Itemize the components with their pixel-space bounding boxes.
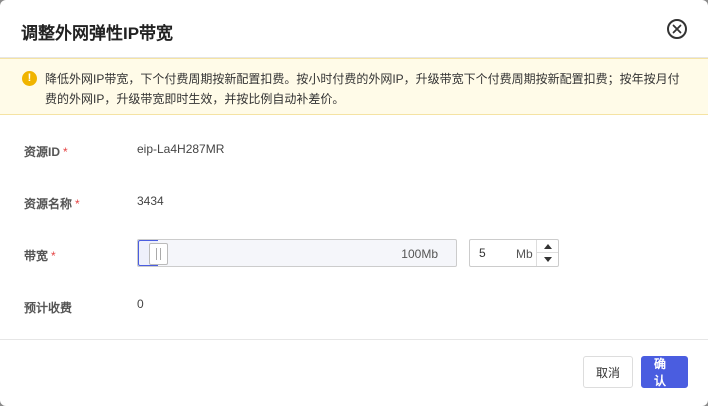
cancel-button[interactable]: 取消	[583, 356, 633, 388]
required-mark: *	[51, 249, 56, 263]
bandwidth-unit: Mb	[516, 247, 533, 261]
adjust-bandwidth-dialog: 调整外网弹性IP带宽 ! 降低外网IP带宽，下个付费周期按新配置扣费。按小时付费…	[0, 0, 708, 406]
bandwidth-stepper: Mb	[469, 239, 559, 267]
warning-icon: !	[22, 71, 37, 86]
bandwidth-label: 带宽 *	[24, 249, 56, 263]
resource-name-value: 3434	[137, 194, 164, 208]
slider-max-label: 100Mb	[401, 247, 438, 261]
close-icon[interactable]	[667, 19, 687, 39]
confirm-button[interactable]: 确认	[641, 356, 688, 388]
notice-text: 降低外网IP带宽，下个付费周期按新配置扣费。按小时付费的外网IP，升级带宽下个付…	[45, 72, 680, 106]
dialog-footer: 取消 确认	[0, 339, 708, 406]
caret-up-icon	[543, 243, 552, 249]
resource-id-label: 资源ID *	[24, 145, 68, 159]
bandwidth-input[interactable]	[471, 241, 511, 265]
notice-banner: ! 降低外网IP带宽，下个付费周期按新配置扣费。按小时付费的外网IP，升级带宽下…	[0, 58, 708, 115]
caret-down-icon	[543, 257, 552, 262]
estimated-fee-value: 0	[137, 297, 144, 311]
estimated-fee-label: 预计收费	[24, 301, 73, 315]
resource-name-label: 资源名称 *	[24, 197, 80, 211]
resource-id-value: eip-La4H287MR	[137, 142, 225, 156]
slider-handle[interactable]	[149, 243, 168, 265]
dialog-header: 调整外网弹性IP带宽	[0, 0, 708, 58]
decrement-button[interactable]	[537, 253, 558, 266]
required-mark: *	[63, 145, 68, 159]
bandwidth-slider[interactable]: 100Mb	[137, 239, 457, 267]
stepper-buttons	[536, 240, 558, 266]
dialog-title: 调整外网弹性IP带宽	[21, 24, 174, 43]
increment-button[interactable]	[537, 240, 558, 253]
required-mark: *	[75, 197, 80, 211]
